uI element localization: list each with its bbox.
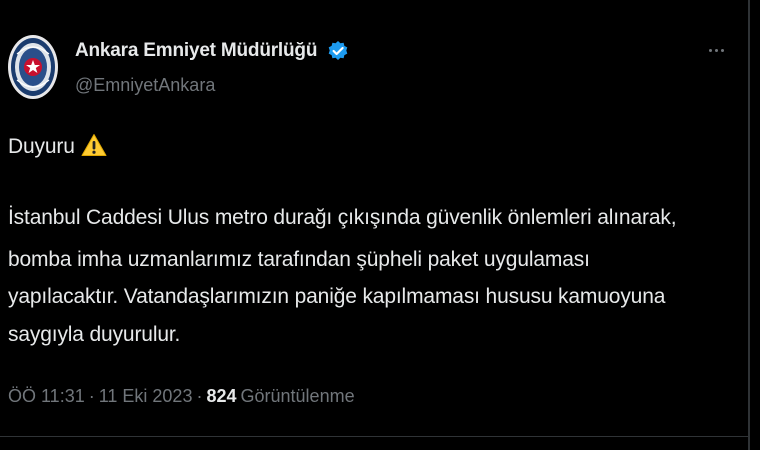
views-label[interactable]: Görüntülenme (241, 386, 355, 406)
right-divider (748, 0, 750, 450)
views-count[interactable]: 824 (206, 386, 236, 406)
tweet-title: Duyuru (8, 135, 75, 158)
more-dot (720, 48, 724, 52)
author-handle[interactable]: @EmniyetAnkara (75, 75, 215, 96)
verified-badge-icon (328, 41, 348, 60)
tweet-card: Ankara Emniyet Müdürlüğü @EmniyetAnkara … (0, 0, 748, 450)
author-avatar[interactable] (7, 34, 59, 100)
tweet-time[interactable]: ÖÖ 11:31 (8, 386, 85, 406)
more-dot (714, 48, 718, 52)
more-options-icon[interactable] (700, 38, 732, 62)
tweet-body-line: saygıyla duyurulur. (8, 323, 181, 346)
tweet-title-line: Duyuru (8, 133, 107, 159)
tweet-date[interactable]: 11 Eki 2023 (99, 386, 193, 406)
tweet-body-line: İstanbul Caddesi Ulus metro durağı çıkış… (8, 206, 677, 229)
tweet-body-line: yapılacaktır. Vatandaşlarımızın paniğe k… (8, 285, 666, 308)
author-display-name[interactable]: Ankara Emniyet Müdürlüğü (75, 40, 317, 62)
warning-icon (81, 134, 107, 156)
tweet-body-line: bomba imha uzmanlarımız tarafından şüphe… (8, 248, 590, 271)
tweet-meta: ÖÖ 11:31 · 11 Eki 2023 · 824 Görüntülenme (8, 386, 355, 407)
meta-separator: · (196, 386, 203, 406)
meta-separator: · (88, 386, 95, 406)
more-dot (708, 48, 712, 52)
bottom-divider (0, 436, 748, 437)
police-badge-icon (8, 35, 58, 99)
